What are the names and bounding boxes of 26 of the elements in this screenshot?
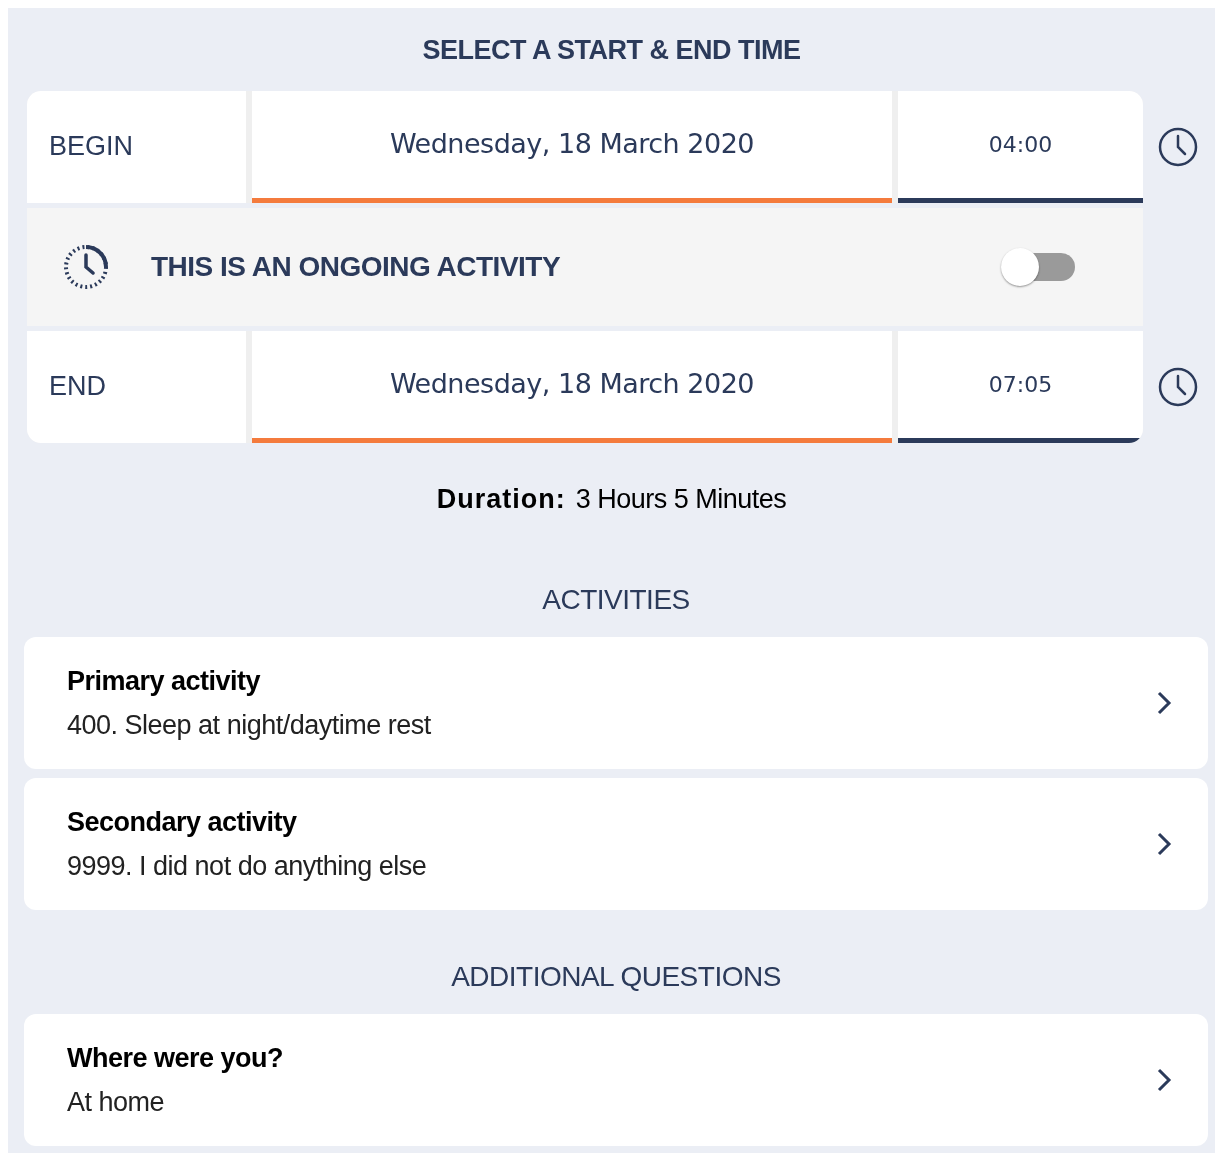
date-field[interactable]: Wednesday, 18 March 2020 bbox=[252, 330, 892, 443]
row-label: END bbox=[27, 330, 246, 443]
ongoing-label: THIS IS AN ONGOING ACTIVITY bbox=[151, 249, 561, 284]
date-field[interactable]: Wednesday, 18 March 2020 bbox=[252, 90, 892, 203]
chevron-right-icon bbox=[1156, 831, 1172, 857]
activity-card[interactable]: Secondary activity 9999. I did not do anything else bbox=[24, 778, 1208, 910]
duration-value: 3 Hours 5 Minutes bbox=[575, 482, 787, 516]
activity-card[interactable]: Where were you? At home bbox=[24, 1014, 1208, 1146]
clock-icon[interactable] bbox=[1157, 125, 1199, 168]
card-title: Primary activity bbox=[67, 664, 262, 698]
card-value: 400. Sleep at night/daytime rest bbox=[67, 709, 431, 742]
card-title: Where were you? bbox=[67, 1041, 284, 1075]
card-value: At home bbox=[67, 1086, 166, 1119]
chevron-right-icon bbox=[1156, 690, 1172, 716]
row-label: BEGIN bbox=[27, 90, 246, 203]
activity-card[interactable]: Primary activity 400. Sleep at night/daytime rest bbox=[24, 637, 1208, 769]
clock-icon[interactable] bbox=[1157, 365, 1199, 408]
chevron-right-icon bbox=[1156, 1067, 1172, 1093]
section-title: SELECT A START & END TIME bbox=[421, 34, 802, 67]
time-field[interactable]: 04:00 bbox=[898, 90, 1143, 203]
card-title: Secondary activity bbox=[67, 805, 298, 839]
card-value: 9999. I did not do anything else bbox=[67, 850, 427, 883]
section-heading: ADDITIONAL QUESTIONS bbox=[450, 960, 782, 994]
time-field[interactable]: 07:05 bbox=[898, 330, 1143, 443]
section-heading: ACTIVITIES bbox=[541, 583, 691, 617]
duration-label: Duration: bbox=[436, 482, 566, 516]
